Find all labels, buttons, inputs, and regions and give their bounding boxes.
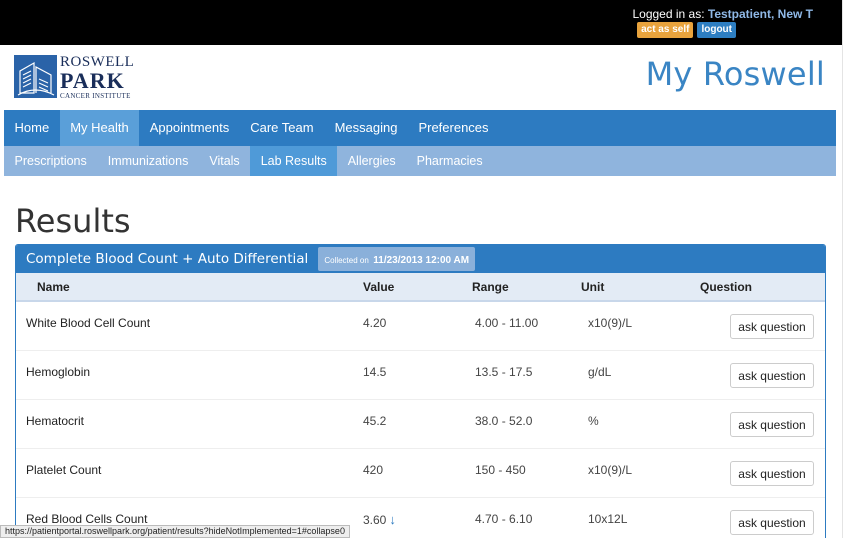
ask-question-button[interactable]: ask question [730, 510, 814, 535]
result-name: Hemoglobin [26, 365, 91, 379]
result-unit: g/dL [588, 365, 612, 379]
result-value: 4.20 [363, 316, 387, 330]
username-link[interactable]: Testpatient, New T [708, 7, 813, 21]
column-header-range: Range [472, 280, 509, 294]
nav-item-appointments[interactable]: Appointments [139, 110, 240, 146]
table-row: Hemoglobin 14.5 13.5 - 17.5 g/dL ask que… [16, 351, 825, 400]
subnav-item-vitals[interactable]: Vitals [199, 146, 250, 176]
top-bar: Logged in as: Testpatient, New T act as … [0, 0, 842, 45]
result-value: 420 [363, 463, 384, 477]
result-name: White Blood Cell Count [26, 316, 151, 330]
table-row: Hematocrit 45.2 38.0 - 52.0 % ask questi… [16, 400, 825, 449]
result-unit: x10(9)/L [588, 316, 633, 330]
panel-title: Complete Blood Count + Auto Differential [26, 251, 309, 267]
column-header-name: Name [37, 280, 70, 294]
result-value-cell: 3.60 ↓ [363, 512, 396, 527]
column-header-value: Value [363, 280, 395, 294]
result-name: Red Blood Cells Count [26, 512, 148, 526]
result-unit: 10x12L [588, 512, 628, 526]
result-name: Hematocrit [26, 414, 85, 428]
subnav-item-immunizations[interactable]: Immunizations [97, 146, 199, 176]
roswell-park-logo[interactable]: ROSWELL PARK CANCER INSTITUTE [14, 55, 134, 100]
logo-building-icon [14, 55, 57, 98]
result-value: 3.60 [363, 513, 387, 527]
browser-status-bar: https://patientportal.roswellpark.org/pa… [0, 525, 350, 538]
nav-item-home[interactable]: Home [4, 110, 60, 146]
down-arrow-icon: ↓ [389, 512, 396, 527]
page-title: Results [15, 202, 131, 240]
table-header: Name Value Range Unit Question [16, 273, 825, 302]
table-row: Platelet Count 420 150 - 450 x10(9)/L as… [16, 449, 825, 498]
table-row: White Blood Cell Count 4.20 4.00 - 11.00… [16, 302, 825, 351]
window-scrollbar[interactable] [842, 0, 850, 538]
ask-question-button[interactable]: ask question [730, 461, 814, 486]
act-as-self-button[interactable]: act as self [637, 22, 694, 38]
sub-navigation: Prescriptions Immunizations Vitals Lab R… [4, 146, 836, 176]
nav-item-messaging[interactable]: Messaging [324, 110, 408, 146]
lab-results-panel: Complete Blood Count + Auto Differential… [15, 244, 826, 538]
subnav-item-allergies[interactable]: Allergies [337, 146, 406, 176]
collected-on-badge: Collected on 11/23/2013 12:00 AM [318, 247, 476, 271]
logged-in-status: Logged in as: Testpatient, New T [632, 7, 813, 21]
logo-wordmark: ROSWELL PARK CANCER INSTITUTE [60, 55, 134, 100]
nav-item-preferences[interactable]: Preferences [408, 110, 499, 146]
account-actions: act as self logout [637, 22, 736, 38]
subnav-item-lab-results[interactable]: Lab Results [250, 146, 338, 176]
result-unit: % [588, 414, 599, 428]
collected-on-date: 11/23/2013 12:00 AM [373, 255, 470, 266]
column-header-question: Question [700, 280, 753, 294]
logo-line-park: PARK [60, 68, 125, 93]
result-range: 38.0 - 52.0 [475, 414, 533, 428]
logout-button[interactable]: logout [697, 22, 736, 38]
result-range: 4.00 - 11.00 [475, 316, 539, 330]
main-navigation: Home My Health Appointments Care Team Me… [4, 110, 836, 146]
panel-header[interactable]: Complete Blood Count + Auto Differential… [16, 245, 825, 273]
ask-question-button[interactable]: ask question [730, 363, 814, 388]
result-range: 4.70 - 6.10 [475, 512, 533, 526]
result-value: 45.2 [363, 414, 387, 428]
result-value: 14.5 [363, 365, 387, 379]
nav-item-care-team[interactable]: Care Team [240, 110, 324, 146]
collected-on-label: Collected on [324, 256, 369, 265]
nav-item-my-health[interactable]: My Health [59, 110, 140, 146]
result-name: Platelet Count [26, 463, 102, 477]
logo-line-institute: CANCER INSTITUTE [60, 92, 131, 100]
result-unit: x10(9)/L [588, 463, 633, 477]
result-range: 13.5 - 17.5 [475, 365, 533, 379]
subnav-item-pharmacies[interactable]: Pharmacies [406, 146, 493, 176]
ask-question-button[interactable]: ask question [730, 314, 814, 339]
brand-title: My Roswell [645, 55, 825, 93]
result-range: 150 - 450 [475, 463, 526, 477]
column-header-unit: Unit [581, 280, 605, 294]
ask-question-button[interactable]: ask question [730, 412, 814, 437]
subnav-item-prescriptions[interactable]: Prescriptions [4, 146, 97, 176]
logged-in-label: Logged in as: [632, 7, 705, 21]
